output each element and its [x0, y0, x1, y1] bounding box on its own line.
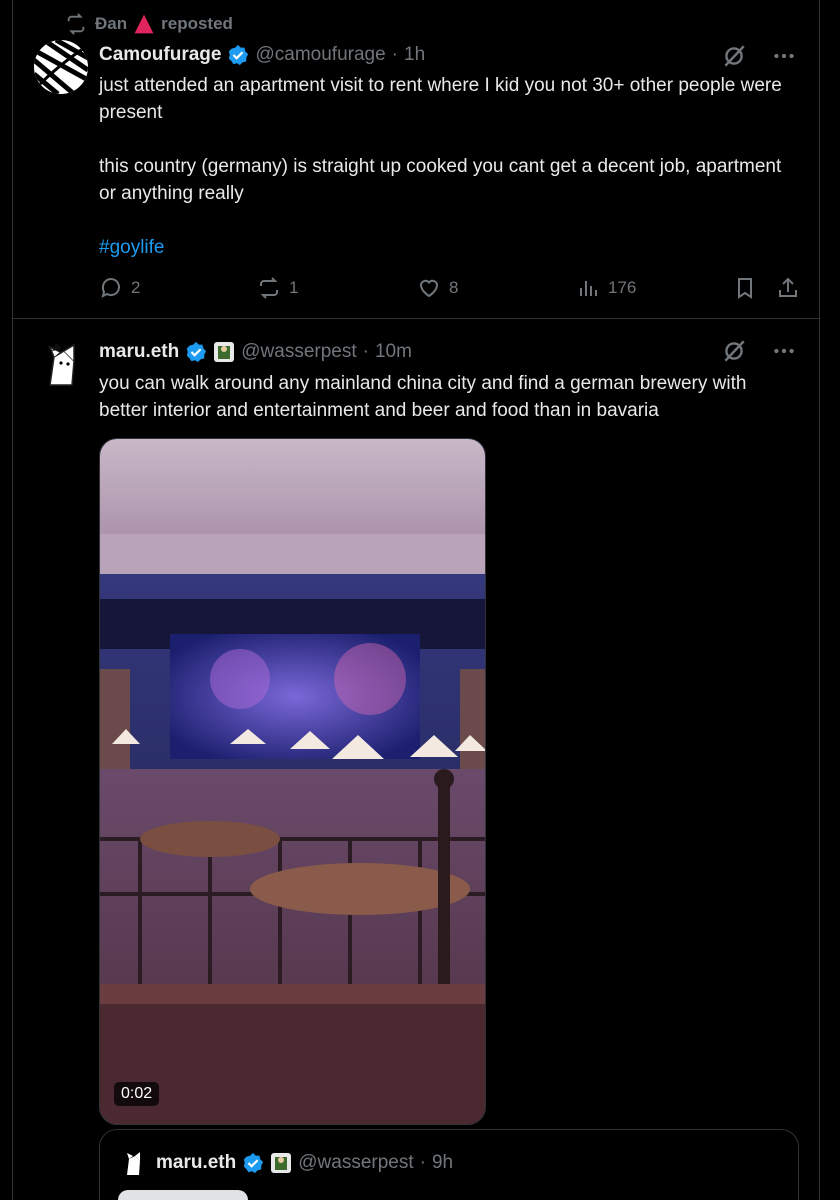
separator-dot: · — [391, 44, 398, 65]
tweet-paragraph: this country (germany) is straight up co… — [99, 156, 782, 204]
affiliate-badge-icon[interactable] — [270, 1152, 292, 1174]
quote-header: maru.eth @wasserpest · 9h — [156, 1152, 453, 1174]
tweet-maru[interactable]: maru.eth @wasserpest · 10m you can walk … — [13, 319, 819, 1200]
tweet-camoufurage[interactable]: Đan reposted Camoufurage @camoufurage · … — [13, 0, 819, 319]
reply-count: 2 — [131, 278, 141, 297]
reply-icon — [101, 278, 120, 298]
views-count: 176 — [608, 278, 637, 297]
timestamp[interactable]: 1h — [404, 44, 425, 66]
handle[interactable]: @wasserpest — [241, 341, 356, 363]
tweet-text: you can walk around any mainland china c… — [99, 373, 747, 421]
grok-icon[interactable] — [721, 338, 747, 364]
repost-label: reposted — [161, 14, 233, 33]
quote-handle[interactable]: @wasserpest — [298, 1152, 413, 1174]
bookmark-button[interactable] — [733, 276, 757, 300]
more-options-icon[interactable] — [771, 338, 797, 364]
video-thumbnail — [100, 439, 485, 1124]
tweet-header-icons — [721, 43, 797, 69]
share-icon — [779, 277, 797, 297]
heart-icon — [419, 279, 439, 298]
repost-count: 1 — [289, 278, 299, 297]
tweet-paragraph: just attended an apartment visit to rent… — [99, 75, 782, 123]
hashtag-link[interactable]: #goylife — [99, 234, 799, 261]
tweet-header: maru.eth @wasserpest · 10m — [99, 341, 412, 363]
tweet-actions: 2 1 8 176 — [99, 276, 799, 306]
verified-badge-icon — [229, 44, 249, 66]
timestamp[interactable]: 10m — [375, 341, 412, 363]
repost-button[interactable]: 1 — [257, 276, 298, 300]
reply-button[interactable]: 2 — [99, 276, 140, 300]
repost-indicator: Đan reposted — [65, 13, 233, 35]
display-name[interactable]: maru.eth — [99, 341, 179, 363]
separator-dot: · — [419, 1152, 426, 1173]
reposter-name[interactable]: Đan — [95, 14, 127, 34]
display-name[interactable]: Camoufurage — [99, 44, 221, 66]
quote-media-thumbnail[interactable] — [118, 1190, 248, 1200]
bookmark-icon — [738, 278, 752, 299]
affiliate-badge-icon[interactable] — [213, 341, 235, 363]
verified-badge-icon — [244, 1152, 264, 1174]
like-count: 8 — [449, 278, 459, 297]
tweet-header: Camoufurage @camoufurage · 1h — [99, 44, 425, 66]
repost-icon — [260, 277, 278, 299]
quote-display-name[interactable]: maru.eth — [156, 1152, 236, 1174]
timeline: Đan reposted Camoufurage @camoufurage · … — [12, 0, 820, 1200]
views-icon — [580, 281, 597, 296]
quoted-tweet[interactable]: maru.eth @wasserpest · 9h — [99, 1129, 799, 1200]
share-button[interactable] — [776, 276, 800, 300]
separator-dot: · — [362, 341, 369, 362]
quote-avatar[interactable] — [118, 1148, 148, 1178]
grok-icon[interactable] — [721, 43, 747, 69]
avatar[interactable] — [34, 337, 88, 391]
like-button[interactable]: 8 — [417, 276, 458, 300]
handle[interactable]: @camoufurage — [255, 44, 385, 66]
repost-icon — [67, 13, 85, 35]
verified-badge-icon — [187, 341, 207, 363]
video-duration: 0:02 — [114, 1082, 160, 1106]
video-player[interactable]: 0:02 — [99, 438, 486, 1125]
avatar[interactable] — [34, 40, 88, 94]
tweet-text: just attended an apartment visit to rent… — [99, 72, 799, 261]
more-options-icon[interactable] — [771, 43, 797, 69]
triangle-emoji-icon — [134, 14, 154, 34]
tweet-header-icons — [721, 338, 797, 364]
quote-timestamp[interactable]: 9h — [432, 1152, 453, 1174]
views-button[interactable]: 176 — [576, 276, 636, 300]
